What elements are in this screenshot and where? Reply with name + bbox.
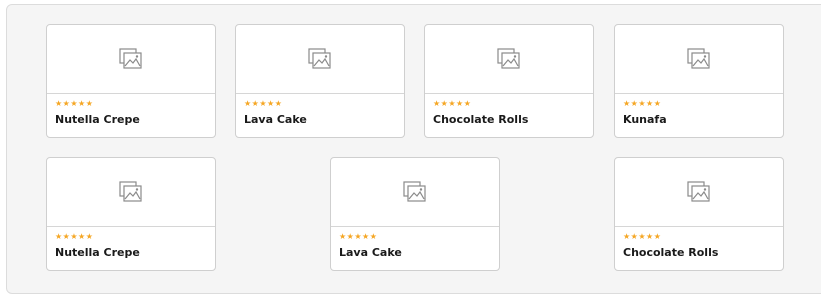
star-rating: ★★★★★ [55, 232, 94, 241]
product-image-placeholder [425, 25, 593, 94]
image-placeholder-icon [308, 48, 331, 69]
product-image-placeholder [615, 25, 783, 94]
image-placeholder-icon [687, 48, 710, 69]
image-placeholder-icon [497, 48, 520, 69]
star-rating: ★★★★★ [55, 99, 94, 108]
product-title: Lava Cake [339, 246, 402, 259]
star-rating: ★★★★★ [339, 232, 378, 241]
image-placeholder-icon [119, 181, 142, 202]
product-image-placeholder [236, 25, 404, 94]
image-placeholder-icon [403, 181, 426, 202]
product-title: Kunafa [623, 113, 667, 126]
product-card-kunafa[interactable]: ★★★★★ Kunafa [614, 24, 784, 138]
image-placeholder-icon [119, 48, 142, 69]
product-title: Chocolate Rolls [433, 113, 529, 126]
star-rating: ★★★★★ [623, 99, 662, 108]
product-image-placeholder [331, 158, 499, 227]
star-rating: ★★★★★ [623, 232, 662, 241]
product-image-placeholder [47, 25, 215, 94]
star-rating: ★★★★★ [433, 99, 472, 108]
product-card-lava-cake[interactable]: ★★★★★ Lava Cake [235, 24, 405, 138]
product-card-nutella-crepe[interactable]: ★★★★★ Nutella Crepe [46, 24, 216, 138]
image-placeholder-icon [687, 181, 710, 202]
product-image-placeholder [615, 158, 783, 227]
product-title: Nutella Crepe [55, 246, 140, 259]
product-card-nutella-crepe[interactable]: ★★★★★ Nutella Crepe [46, 157, 216, 271]
product-card-chocolate-rolls[interactable]: ★★★★★ Chocolate Rolls [424, 24, 594, 138]
product-card-chocolate-rolls[interactable]: ★★★★★ Chocolate Rolls [614, 157, 784, 271]
star-rating: ★★★★★ [244, 99, 283, 108]
product-card-lava-cake[interactable]: ★★★★★ Lava Cake [330, 157, 500, 271]
product-title: Nutella Crepe [55, 113, 140, 126]
product-title: Lava Cake [244, 113, 307, 126]
product-image-placeholder [47, 158, 215, 227]
product-title: Chocolate Rolls [623, 246, 719, 259]
